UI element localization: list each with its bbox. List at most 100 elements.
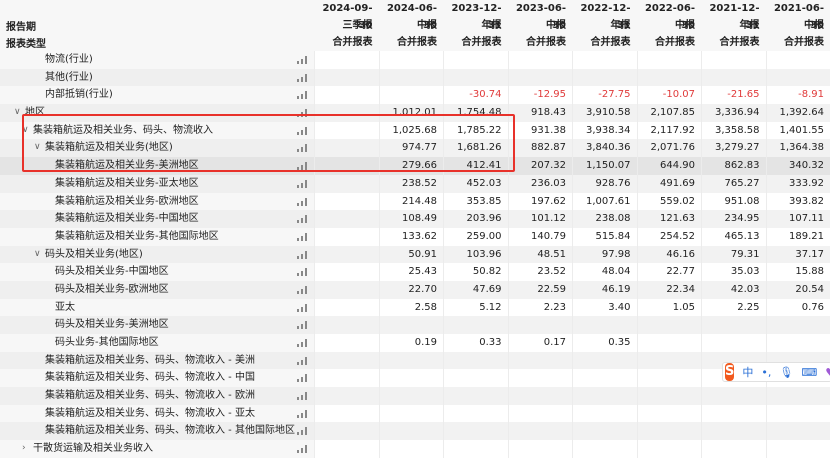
table-row[interactable]: 码头业务-其他国际地区0.190.330.170.35 [0,334,830,352]
table-row[interactable]: 集装箱航运及相关业务-中国地区108.49203.96101.12238.081… [0,210,830,228]
sogou-logo-icon[interactable]: S [725,363,734,381]
value-cell [379,440,444,458]
value-cell: 353.85 [443,193,508,211]
value-cell: 559.02 [637,193,702,211]
chevron-down-icon[interactable]: ∨ [14,104,21,122]
bar-chart-icon[interactable] [297,180,309,188]
value-cell [314,369,379,387]
value-cell [508,387,573,405]
column-header[interactable]: 2022-06-30中报合并报表 [637,0,702,51]
bar-chart-icon[interactable] [297,392,309,400]
value-cell [379,405,444,423]
table-row[interactable]: 集装箱航运及相关业务、码头、物流收入 - 亚太 [0,405,830,423]
bar-chart-icon[interactable] [297,410,309,418]
bar-chart-icon[interactable] [297,91,309,99]
table-row[interactable]: 码头及相关业务-欧洲地区22.7047.6922.5946.1922.3442.… [0,281,830,299]
value-cell: -21.65 [701,86,766,104]
value-cell: 1,150.07 [572,157,637,175]
chevron-right-icon[interactable]: › [22,440,26,458]
table-row[interactable]: ∨码头及相关业务(地区)50.91103.9648.5197.9846.1679… [0,246,830,264]
microphone-icon[interactable]: 🎙 [779,366,793,379]
bar-chart-icon[interactable] [297,251,309,259]
value-cell: 333.92 [766,175,830,193]
value-cell [443,387,508,405]
table-row[interactable]: 集装箱航运及相关业务、码头、物流收入 - 美洲 [0,352,830,370]
value-cell [766,405,830,423]
value-cell: 46.16 [637,246,702,264]
value-cell [701,51,766,69]
column-header[interactable]: 2024-09-30三季报合并报表 [314,0,379,51]
value-cell [443,69,508,87]
bar-chart-icon[interactable] [297,321,309,329]
value-cell: 931.38 [508,122,573,140]
table-row[interactable]: 集装箱航运及相关业务-其他国际地区133.62259.00140.79515.8… [0,228,830,246]
table-row[interactable]: 物流(行业) [0,51,830,69]
value-cell: 101.12 [508,210,573,228]
value-cell [637,69,702,87]
ime-punct[interactable]: •, [761,366,771,379]
table-row[interactable]: 码头及相关业务-中国地区25.4350.8223.5248.0422.7735.… [0,263,830,281]
bar-chart-icon[interactable] [297,304,309,312]
table-row[interactable]: 亚太2.585.122.233.401.052.250.76 [0,299,830,317]
row-label: 其他(行业) [45,69,93,87]
value-cell [314,210,379,228]
bar-chart-icon[interactable] [297,233,309,241]
ime-toolbar[interactable]: S 中 •, 🎙 ⌨ ♥ [722,362,830,382]
bar-chart-icon[interactable] [297,74,309,82]
bar-chart-icon[interactable] [297,445,309,453]
value-cell: 121.63 [637,210,702,228]
column-type: 合并报表 [379,34,438,51]
skin-icon[interactable]: ♥ [825,366,830,379]
column-header[interactable]: 2023-12-31年报合并报表 [443,0,508,51]
value-cell: 197.62 [508,193,573,211]
table-row[interactable]: 集装箱航运及相关业务、码头、物流收入 - 欧洲 [0,387,830,405]
table-row[interactable]: 集装箱航运及相关业务-欧洲地区214.48353.85197.621,007.6… [0,193,830,211]
value-cell: 50.91 [379,246,444,264]
column-header[interactable]: 2023-06-30中报合并报表 [508,0,573,51]
table-row[interactable]: 集装箱航运及相关业务、码头、物流收入 - 其他国际地区 [0,422,830,440]
table-row[interactable]: 集装箱航运及相关业务-亚太地区238.52452.03236.03928.764… [0,175,830,193]
bar-chart-icon[interactable] [297,339,309,347]
table-row[interactable]: 集装箱航运及相关业务、码头、物流收入 - 中国 [0,369,830,387]
bar-chart-icon[interactable] [297,357,309,365]
value-cell [314,228,379,246]
keyboard-icon[interactable]: ⌨ [801,366,817,379]
value-cell [379,51,444,69]
bar-chart-icon[interactable] [297,268,309,276]
column-header[interactable]: 2022-12-31年报合并报表 [572,0,637,51]
value-cell: 515.84 [572,228,637,246]
ime-mode[interactable]: 中 [742,364,753,380]
bar-chart-icon[interactable] [297,286,309,294]
value-cell: 48.51 [508,246,573,264]
value-cell [443,369,508,387]
value-cell [443,405,508,423]
value-cell [443,51,508,69]
value-cell [314,422,379,440]
value-cell [379,369,444,387]
bar-chart-icon[interactable] [297,427,309,435]
value-cell: 238.52 [379,175,444,193]
bar-chart-icon[interactable] [297,56,309,64]
value-cell [443,440,508,458]
value-cell: 259.00 [443,228,508,246]
column-header[interactable]: 2021-06-30中报合并报表 [766,0,830,51]
bar-chart-icon[interactable] [297,374,309,382]
report-period-label: 报告期 [6,18,36,33]
column-header[interactable]: 2021-12-31年报合并报表 [701,0,766,51]
row-label: 集装箱航运及相关业务-中国地区 [55,210,199,228]
table-row[interactable]: 内部抵销(行业)-30.74-12.95-27.75-10.07-21.65-8… [0,86,830,104]
bar-chart-icon[interactable] [297,215,309,223]
table-row[interactable]: 码头及相关业务-美洲地区 [0,316,830,334]
value-cell: 3,279.27 [701,139,766,157]
table-row[interactable]: ›干散货运输及相关业务收入 [0,440,830,458]
value-cell: 107.11 [766,210,830,228]
column-header[interactable]: 2024-06-30中报合并报表 [379,0,444,51]
chevron-down-icon[interactable]: ∨ [34,246,41,264]
value-cell [701,387,766,405]
value-cell [314,86,379,104]
bar-chart-icon[interactable] [297,198,309,206]
value-cell [379,422,444,440]
row-label: 码头及相关业务-美洲地区 [55,316,169,334]
table-row[interactable]: 其他(行业) [0,69,830,87]
column-period: 中报 [379,17,438,34]
